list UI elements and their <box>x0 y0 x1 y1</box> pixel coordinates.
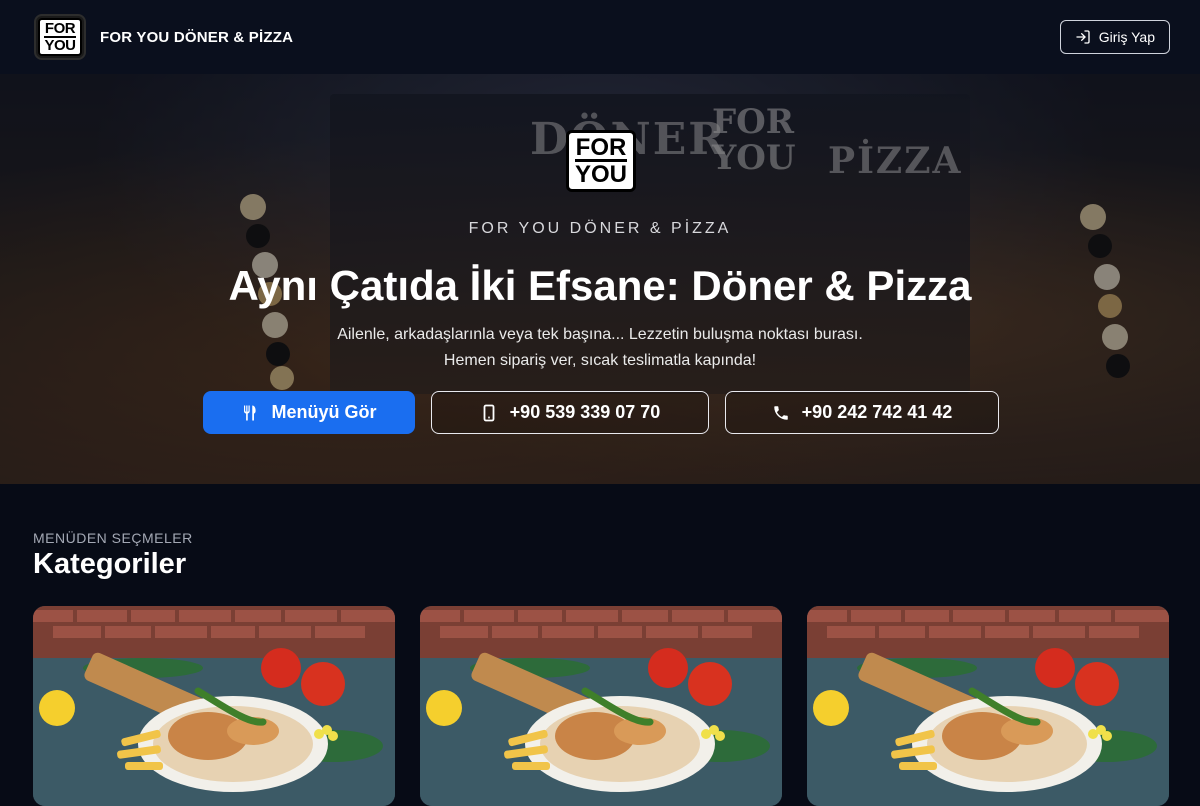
call-mobile-button[interactable]: +90 539 339 07 70 <box>431 391 709 434</box>
hero-logo-line2: YOU <box>574 158 627 188</box>
login-icon <box>1076 30 1090 44</box>
logo-text-line2: YOU <box>44 35 76 54</box>
utensils-icon <box>244 405 257 420</box>
category-image <box>807 606 1169 806</box>
hero-subtitle: FOR YOU DÖNER & PİZZA <box>468 220 732 237</box>
mobile-phone-number: +90 539 339 07 70 <box>509 402 661 422</box>
login-button[interactable]: Giriş Yap <box>1059 20 1170 54</box>
view-menu-label: Menüyü Gör <box>271 402 377 422</box>
category-image <box>33 606 395 806</box>
category-image <box>420 606 782 806</box>
hero-section: DÖNER FOR YOU PİZZA FOR YOU FOR YOU DÖNE… <box>0 74 1200 484</box>
landline-phone-number: +90 242 742 41 42 <box>801 402 953 422</box>
hero-title: Aynı Çatıda İki Efsane: Döner & Pizza <box>228 262 972 309</box>
mobile-phone-icon <box>483 404 495 421</box>
section-title: Kategoriler <box>33 548 187 580</box>
hero-logo: FOR YOU <box>566 130 636 192</box>
section-eyebrow: MENÜDEN SEÇMELER <box>33 530 193 546</box>
login-button-label: Giriş Yap <box>1098 29 1155 45</box>
brand-name[interactable]: FOR YOU DÖNER & PİZZA <box>100 29 293 46</box>
hero-description-line1: Ailenle, arkadaşlarınla veya tek başına.… <box>337 326 863 343</box>
hero-logo-line1: FOR <box>575 133 627 161</box>
call-landline-button[interactable]: +90 242 742 41 42 <box>725 391 999 434</box>
top-navbar: FOR YOU FOR YOU DÖNER & PİZZA Giriş Yap <box>0 0 1200 74</box>
category-card[interactable] <box>33 606 395 806</box>
logo-text-line1: FOR <box>44 19 76 37</box>
hero-description-line2: Hemen sipariş ver, sıcak teslimatla kapı… <box>443 352 757 369</box>
category-card[interactable] <box>807 606 1169 806</box>
logo-mark: FOR YOU <box>38 18 82 56</box>
category-card[interactable] <box>420 606 782 806</box>
site-logo[interactable]: FOR YOU <box>34 14 86 60</box>
hero-description: Ailenle, arkadaşlarınla veya tek başına.… <box>0 322 1200 374</box>
phone-icon <box>773 405 788 420</box>
view-menu-button[interactable]: Menüyü Gör <box>203 391 415 434</box>
